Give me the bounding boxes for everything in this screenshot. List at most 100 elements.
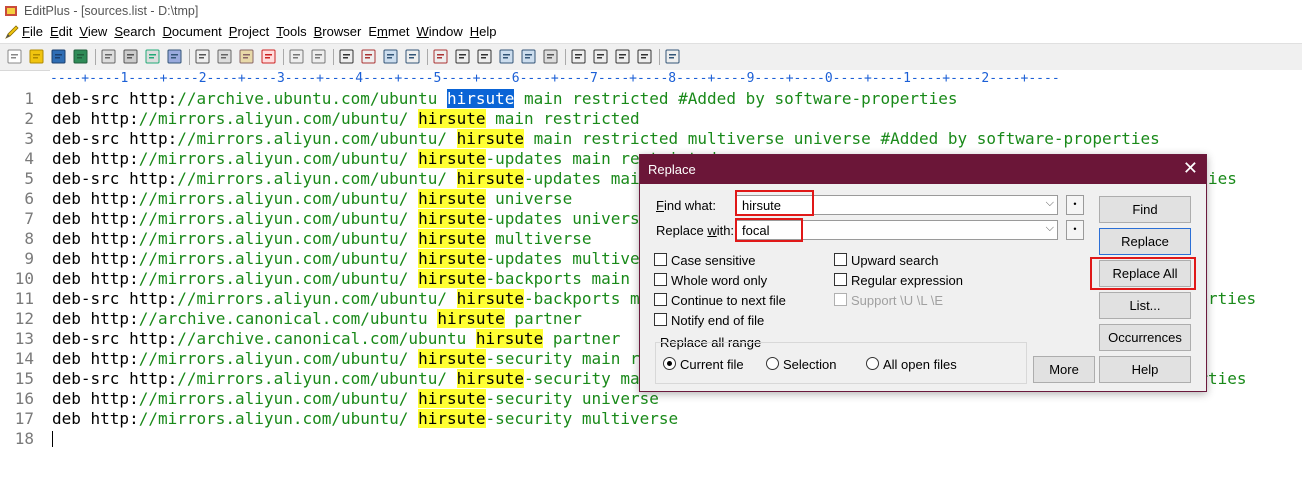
find-icon[interactable]	[338, 48, 355, 65]
menu-window[interactable]: Window	[417, 24, 463, 39]
toolbar-separator	[659, 49, 660, 65]
search-hit: hirsute	[456, 289, 525, 308]
delete-icon[interactable]	[260, 48, 277, 65]
list-button[interactable]: List...	[1099, 292, 1191, 319]
line-prefix: deb http:	[52, 109, 139, 128]
continue-next-checkbox[interactable]: Continue to next file	[654, 293, 786, 308]
replace-options-button[interactable]: •	[1066, 220, 1084, 240]
line-url: //archive.canonical.com/ubuntu	[138, 309, 438, 328]
range-current-radio[interactable]: Current file	[663, 357, 744, 372]
window-icon-3[interactable]	[614, 48, 631, 65]
copy-icon[interactable]	[216, 48, 233, 65]
chevron-down-icon[interactable]: ⌵	[1046, 222, 1054, 235]
open-folder-icon[interactable]	[28, 48, 45, 65]
line-rest: -security multiverse	[485, 409, 679, 428]
upward-search-label: Upward search	[851, 253, 939, 268]
menu-edit[interactable]: Edit	[50, 24, 72, 39]
goto-icon[interactable]	[404, 48, 421, 65]
close-icon[interactable]: ✕	[1183, 158, 1198, 179]
line-number: 12	[14, 309, 34, 328]
range-all-open-radio[interactable]: All open files	[866, 357, 957, 372]
line-prefix: deb http:	[52, 349, 139, 368]
search-hit: hirsute	[418, 269, 486, 288]
chevron-down-icon[interactable]: ⌵	[1046, 197, 1054, 210]
word-wrap-icon[interactable]	[476, 48, 493, 65]
help-button[interactable]: Help	[1099, 356, 1191, 383]
menu-view[interactable]: View	[79, 24, 107, 39]
title-bar: EditPlus - [sources.list - D:\tmp]	[0, 0, 1302, 22]
line-number: 1	[24, 89, 34, 108]
menu-emmet[interactable]: Emmet	[368, 24, 409, 39]
menu-bar: File Edit View Search Document Project Tools Br…	[0, 22, 1302, 42]
replace-icon[interactable]	[360, 48, 377, 65]
line-number: 15	[14, 369, 34, 388]
font-icon[interactable]	[432, 48, 449, 65]
regex-checkbox[interactable]: Regular expression	[834, 273, 963, 288]
menu-tools[interactable]: Tools	[276, 24, 306, 39]
menu-help[interactable]: Help	[470, 24, 497, 39]
list-icon[interactable]	[498, 48, 515, 65]
pen-icon	[5, 25, 19, 39]
editplus-app-icon	[5, 6, 17, 16]
cut-icon[interactable]	[194, 48, 211, 65]
notify-end-checkbox[interactable]: Notify end of file	[654, 313, 764, 328]
line-prefix: deb http:	[52, 149, 139, 168]
window-icon-4[interactable]	[636, 48, 653, 65]
search-hit: hirsute	[418, 409, 486, 428]
line-prefix: deb-src http:	[52, 169, 178, 188]
settings-icon[interactable]	[542, 48, 559, 65]
undo-icon[interactable]	[288, 48, 305, 65]
range-selection-radio[interactable]: Selection	[766, 357, 836, 372]
line-prefix: deb http:	[52, 269, 139, 288]
browser-icon[interactable]	[166, 48, 183, 65]
toolbar-separator	[333, 49, 334, 65]
find-in-files-icon[interactable]	[382, 48, 399, 65]
find-options-button[interactable]: •	[1066, 195, 1084, 215]
replace-button[interactable]: Replace	[1099, 228, 1191, 255]
hex-icon[interactable]	[454, 48, 471, 65]
find-label: Find what:	[656, 198, 716, 213]
upward-search-checkbox[interactable]: Upward search	[834, 253, 938, 268]
redo-icon[interactable]	[310, 48, 327, 65]
line-number: 10	[14, 269, 34, 288]
support-case-checkbox[interactable]: Support \U \L \E	[834, 293, 943, 308]
line-prefix: deb http:	[52, 309, 139, 328]
menu-document[interactable]: Document	[163, 24, 222, 39]
line-number: 13	[14, 329, 34, 348]
line-rest: universe	[485, 189, 573, 208]
line-url: //mirrors.aliyun.com/ubuntu/	[138, 149, 419, 168]
line-number: 6	[24, 189, 34, 208]
line-text: deb http://mirrors.aliyun.com/ubuntu/ hi…	[52, 409, 678, 429]
occurrences-button[interactable]: Occurrences	[1099, 324, 1191, 351]
print-preview-icon[interactable]	[100, 48, 117, 65]
line-prefix: deb http:	[52, 189, 139, 208]
line-number: 5	[24, 169, 34, 188]
window-icon-2[interactable]	[592, 48, 609, 65]
case-sensitive-checkbox[interactable]: Case sensitive	[654, 253, 756, 268]
save-icon[interactable]	[50, 48, 67, 65]
save-all-icon[interactable]	[72, 48, 89, 65]
line-prefix: deb http:	[52, 249, 139, 268]
line-rest: -security universe	[485, 389, 659, 408]
spell-check-icon[interactable]	[144, 48, 161, 65]
whole-word-checkbox[interactable]: Whole word only	[654, 273, 767, 288]
window-icon-1[interactable]	[570, 48, 587, 65]
menu-search[interactable]: Search	[114, 24, 155, 39]
print-icon[interactable]	[122, 48, 139, 65]
menu-browser[interactable]: Browser	[314, 24, 362, 39]
help-icon[interactable]	[664, 48, 681, 65]
search-hit: hirsute	[418, 249, 486, 268]
new-file-icon[interactable]	[6, 48, 23, 65]
search-hit: hirsute	[418, 109, 486, 128]
menu-file[interactable]: File	[22, 24, 43, 39]
ruler-toggle-icon[interactable]	[520, 48, 537, 65]
paste-icon[interactable]	[238, 48, 255, 65]
notify-end-label: Notify end of file	[671, 313, 765, 328]
menu-project[interactable]: Project	[229, 24, 269, 39]
line-url: //archive.canonical.com/ubuntu	[177, 329, 476, 348]
replace-label: Replace with:	[656, 223, 735, 238]
find-button[interactable]: Find	[1099, 196, 1191, 223]
line-url: //mirrors.aliyun.com/ubuntu/	[177, 129, 457, 148]
more-button[interactable]: More	[1033, 356, 1095, 383]
line-prefix: deb-src http:	[52, 89, 178, 108]
